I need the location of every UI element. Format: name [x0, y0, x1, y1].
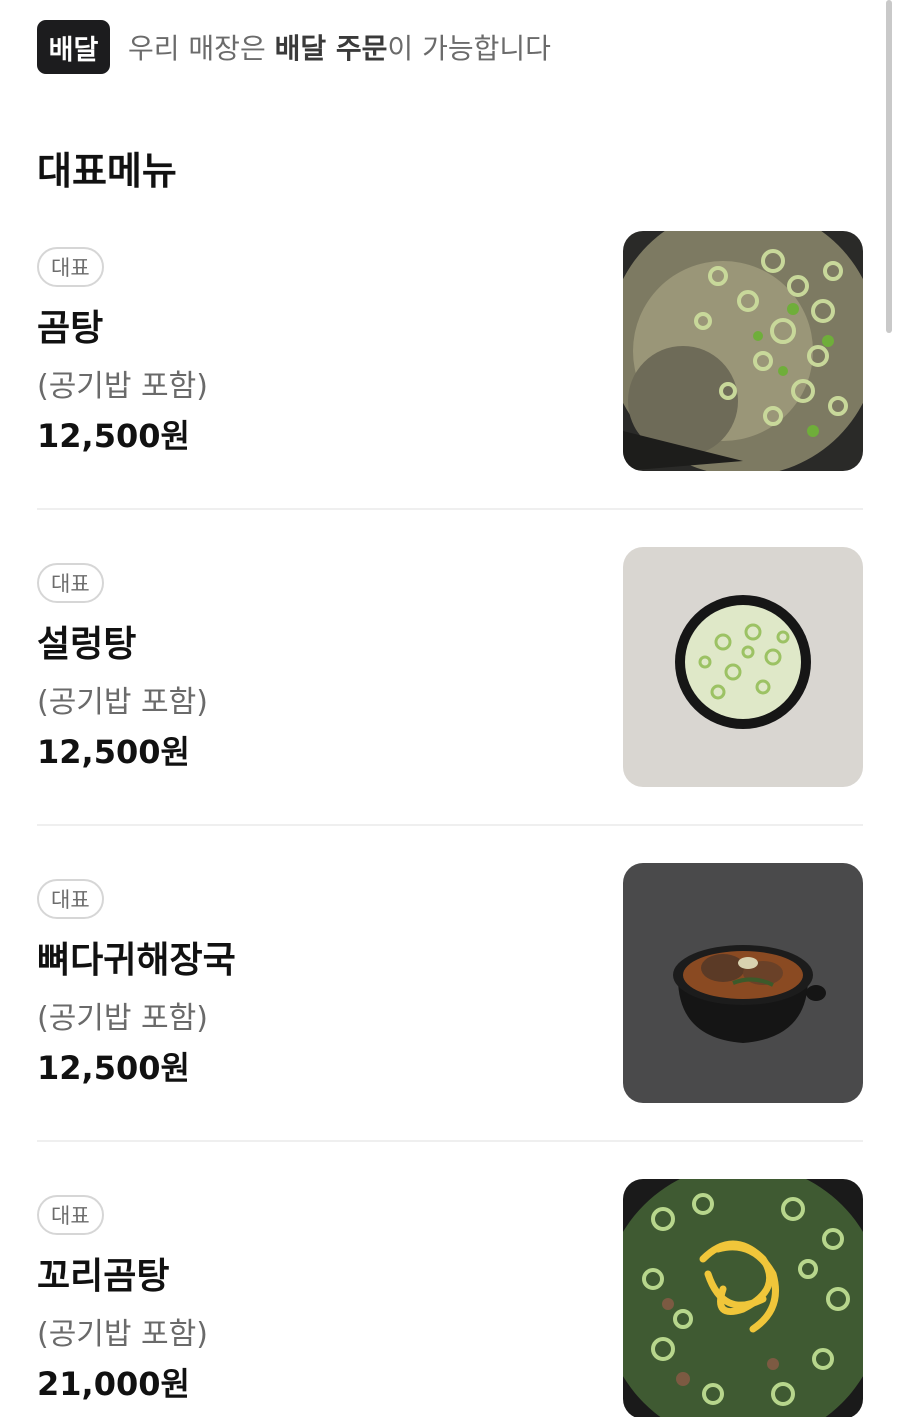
menu-item-image[interactable] — [623, 547, 863, 787]
menu-item-price: 12,500원 — [37, 733, 190, 771]
menu-item-kkori-gomtang[interactable]: 대표 꼬리곰탕 (공기밥 포함) 21,000원 — [37, 1179, 863, 1417]
menu-item-description: (공기밥 포함) — [37, 1317, 208, 1352]
menu-item-gomtang[interactable]: 대표 곰탕 (공기밥 포함) 12,500원 — [37, 231, 863, 471]
menu-item-image[interactable] — [623, 231, 863, 471]
scrollbar[interactable] — [886, 0, 892, 333]
menu-item-description: (공기밥 포함) — [37, 685, 208, 720]
menu-item-name: 설렁탕 — [37, 624, 137, 665]
menu-item-price: 12,500원 — [37, 1049, 190, 1087]
kkori-gomtang-soup-image — [623, 1179, 863, 1417]
signature-tag: 대표 — [37, 879, 104, 919]
menu-item-price: 12,500원 — [37, 417, 190, 455]
haejangguk-soup-image — [623, 863, 863, 1103]
divider — [37, 1140, 863, 1142]
gomtang-soup-image — [623, 231, 863, 471]
seolleongtang-soup-image — [623, 547, 863, 787]
delivery-text: 우리 매장은 배달 주문이 가능합니다 — [128, 27, 551, 67]
menu-item-name: 꼬리곰탕 — [37, 1256, 170, 1297]
delivery-text-suffix: 이 가능합니다 — [387, 32, 551, 65]
delivery-text-bold: 배달 주문 — [274, 32, 388, 65]
menu-item-description: (공기밥 포함) — [37, 1001, 208, 1036]
menu-item-price: 21,000원 — [37, 1365, 190, 1403]
menu-item-seolleongtang[interactable]: 대표 설렁탕 (공기밥 포함) 12,500원 — [37, 547, 863, 787]
signature-tag: 대표 — [37, 1195, 104, 1235]
section-title: 대표메뉴 — [37, 149, 177, 193]
divider — [37, 508, 863, 510]
signature-tag: 대표 — [37, 563, 104, 603]
delivery-badge: 배달 — [37, 20, 110, 74]
divider — [37, 824, 863, 826]
menu-item-image[interactable] — [623, 863, 863, 1103]
menu-item-ppyeodagwi-haejangguk[interactable]: 대표 뼈다귀해장국 (공기밥 포함) 12,500원 — [37, 863, 863, 1103]
menu-item-name: 곰탕 — [37, 308, 104, 349]
delivery-text-prefix: 우리 매장은 — [128, 32, 275, 65]
menu-item-image[interactable] — [623, 1179, 863, 1417]
menu-item-name: 뼈다귀해장국 — [37, 940, 236, 981]
delivery-notice: 배달 우리 매장은 배달 주문이 가능합니다 — [37, 20, 551, 74]
menu-item-description: (공기밥 포함) — [37, 369, 208, 404]
signature-tag: 대표 — [37, 247, 104, 287]
